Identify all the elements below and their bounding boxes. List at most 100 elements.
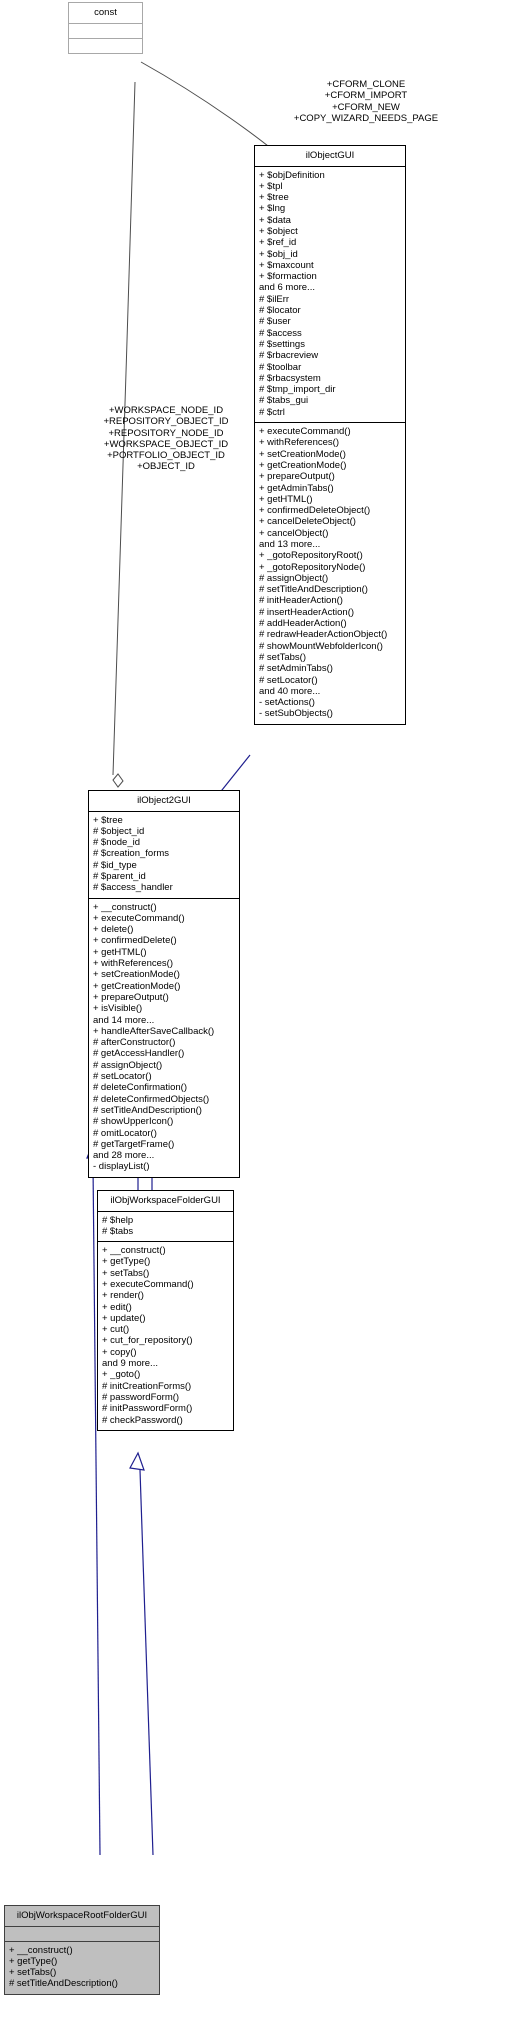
class-member-row: # initPasswordForm() xyxy=(102,1403,193,1415)
class-member-row: + getType() xyxy=(9,1955,58,1967)
class-member-row: # $node_id xyxy=(93,837,141,849)
class-member-row: + executeCommand() xyxy=(93,912,185,924)
class-member-row: # initHeaderAction() xyxy=(259,595,343,607)
class-member-row: + setTabs() xyxy=(9,1967,57,1979)
class-member-row: # addHeaderAction() xyxy=(259,618,347,630)
class-member-row: # setTitleAndDescription() xyxy=(9,1978,118,1990)
class-member-row: + isVisible() xyxy=(93,1003,143,1015)
class-member-row: and 40 more... xyxy=(259,685,321,697)
class-attributes-ilobjworkspacerootfoldergui xyxy=(5,1927,159,1941)
class-member-row: # getTargetFrame() xyxy=(93,1138,175,1150)
class-member-row: # assignObject() xyxy=(93,1059,163,1071)
class-member-row: + executeCommand() xyxy=(259,426,351,438)
class-member-row: + getType() xyxy=(102,1256,151,1268)
class-member-row: + prepareOutput() xyxy=(259,471,335,483)
class-member-row: # passwordForm() xyxy=(102,1391,180,1403)
class-member-row: + prepareOutput() xyxy=(93,991,169,1003)
class-member-row: # setTitleAndDescription() xyxy=(93,1104,202,1116)
class-member-row: - setSubObjects() xyxy=(259,708,333,720)
uml-diagram-canvas: const +CFORM_CLONE +CFORM_IMPORT +CFORM_… xyxy=(0,0,531,2031)
class-member-row: # $parent_id xyxy=(93,870,146,882)
class-member-row: + $obj_id xyxy=(259,248,298,260)
class-member-row: + $tpl xyxy=(259,180,283,192)
class-member-row: # $creation_forms xyxy=(93,848,170,860)
class-member-row: and 14 more... xyxy=(93,1014,155,1026)
class-member-row: # checkPassword() xyxy=(102,1414,183,1426)
class-member-row: # $access xyxy=(259,327,302,339)
class-title-ilobjectgui: ilObjectGUI xyxy=(305,150,355,161)
class-operations-const xyxy=(69,39,142,53)
class-member-row: # assignObject() xyxy=(259,572,329,584)
class-member-row: and 28 more... xyxy=(93,1150,155,1162)
class-member-row: # $toolbar xyxy=(259,361,302,373)
class-node-ilobjworkspacerootfoldergui[interactable]: ilObjWorkspaceRootFolderGUI + __construc… xyxy=(4,1905,160,1995)
edge-rootfolder-to-workspacefolder xyxy=(129,1451,154,1856)
class-member-row: + getCreationMode() xyxy=(93,980,181,992)
class-member-row: + edit() xyxy=(102,1301,132,1313)
class-member-row: # omitLocator() xyxy=(93,1127,157,1139)
class-member-row: # getAccessHandler() xyxy=(93,1048,185,1060)
class-attributes-ilobjectgui: + $objDefinition + $tpl + $tree + $lng + $da… xyxy=(255,167,405,423)
class-member-row: + cut() xyxy=(102,1324,130,1336)
class-member-row: # redrawHeaderActionObject() xyxy=(259,629,388,641)
class-member-row: + update() xyxy=(102,1312,146,1324)
class-member-row: # $tabs xyxy=(102,1225,134,1237)
class-member-row: + __construct() xyxy=(9,1944,73,1956)
class-member-row: + _gotoRepositoryRoot() xyxy=(259,550,363,562)
class-node-ilobject2gui[interactable]: ilObject2GUI + $tree # $object_id # $node_… xyxy=(88,790,240,1178)
class-member-row: # setTitleAndDescription() xyxy=(259,584,368,596)
class-title-const: const xyxy=(94,7,117,18)
class-member-row: # $user xyxy=(259,316,291,328)
class-member-row: # afterConstructor() xyxy=(93,1037,176,1049)
class-member-row: + render() xyxy=(102,1290,144,1302)
class-member-row: + withReferences() xyxy=(93,958,173,970)
class-member-row: and 9 more... xyxy=(102,1358,158,1370)
class-member-row: + cancelDeleteObject() xyxy=(259,516,356,528)
class-member-row: # $object_id xyxy=(93,825,145,837)
class-attributes-ilobjworkspacefoldergui: # $help # $tabs xyxy=(98,1212,233,1242)
class-member-row: # setLocator() xyxy=(93,1071,152,1083)
class-member-row: and 13 more... xyxy=(259,539,321,550)
class-member-row: + $lng xyxy=(259,203,286,215)
class-member-row: + withReferences() xyxy=(259,437,339,449)
class-member-row: # $id_type xyxy=(93,859,137,871)
class-member-row: + __construct() xyxy=(102,1245,166,1257)
class-member-row: # $tmp_import_dir xyxy=(259,384,336,396)
class-attributes-ilobject2gui: + $tree # $object_id # $node_id # $creation… xyxy=(89,812,239,898)
class-member-row: # showMountWebfolderIcon() xyxy=(259,640,383,652)
class-member-row: + _goto() xyxy=(102,1369,141,1381)
class-operations-ilobjworkspacefoldergui: + __construct() + getType() + setTabs() + e… xyxy=(98,1242,233,1430)
class-node-const[interactable]: const xyxy=(68,2,143,54)
class-member-row: # insertHeaderAction() xyxy=(259,606,355,618)
class-member-row: + executeCommand() xyxy=(102,1278,194,1290)
class-member-row: # $tabs_gui xyxy=(259,395,309,407)
class-member-row: - displayList() xyxy=(93,1161,150,1173)
edge-label-const-ilobjectgui: +CFORM_CLONE +CFORM_IMPORT +CFORM_NEW +C… xyxy=(293,79,439,124)
class-node-ilobjectgui[interactable]: ilObjectGUI + $objDefinition + $tpl + $tre… xyxy=(254,145,406,725)
class-member-row: # $access_handler xyxy=(93,882,173,894)
class-member-row: # setLocator() xyxy=(259,674,318,686)
class-title-ilobjworkspacefoldergui: ilObjWorkspaceFolderGUI xyxy=(110,1195,221,1206)
class-title-ilobject2gui: ilObject2GUI xyxy=(137,795,191,806)
class-member-row: # $locator xyxy=(259,305,301,317)
class-member-row: + $tree xyxy=(259,192,289,204)
class-member-row: + _gotoRepositoryNode() xyxy=(259,561,366,573)
class-member-row: + $ref_id xyxy=(259,237,297,249)
class-node-ilobjworkspacefoldergui[interactable]: ilObjWorkspaceFolderGUI # $help # $tabs +… xyxy=(97,1190,234,1431)
class-member-row: # $ilErr xyxy=(259,293,290,305)
class-member-row: + setCreationMode() xyxy=(259,448,346,460)
class-member-row: + handleAfterSaveCallback() xyxy=(93,1025,215,1037)
class-operations-ilobjectgui: + executeCommand() + withReferences() + se… xyxy=(255,423,405,724)
class-member-row: + setTabs() xyxy=(102,1267,150,1279)
class-member-row: + getHTML() xyxy=(259,493,313,505)
class-member-row: # $rbacsystem xyxy=(259,372,321,384)
class-title-ilobjworkspacerootfoldergui: ilObjWorkspaceRootFolderGUI xyxy=(16,1910,148,1921)
class-member-row: + setCreationMode() xyxy=(93,969,180,981)
class-member-row: and 6 more... xyxy=(259,282,315,294)
class-member-row: + $tree xyxy=(93,814,123,826)
class-member-row: + cut_for_repository() xyxy=(102,1335,193,1347)
class-member-row: + confirmedDelete() xyxy=(93,935,177,947)
class-member-row: # showUpperIcon() xyxy=(93,1116,174,1128)
class-member-row: + __construct() xyxy=(93,901,157,913)
class-member-row: + getHTML() xyxy=(93,946,147,958)
